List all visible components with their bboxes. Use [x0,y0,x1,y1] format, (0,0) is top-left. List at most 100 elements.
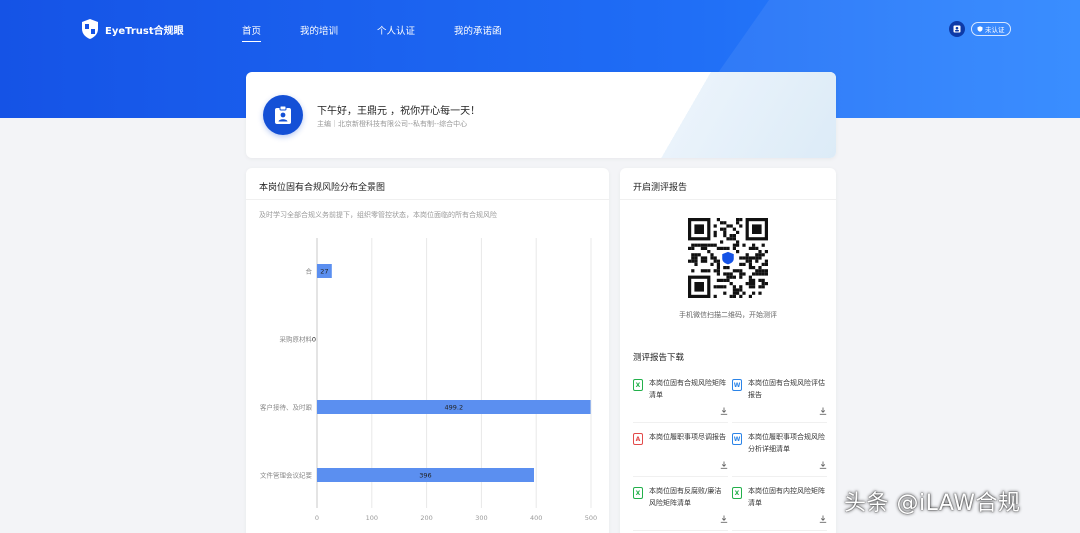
qr-module [755,272,759,276]
qr-module [723,246,727,250]
x-tick-label: 100 [366,514,378,522]
qr-module [691,269,695,273]
report-file-item[interactable]: X 本岗位固有反腐败/廉洁风险矩阵清单 [633,485,728,531]
qr-module [704,269,708,273]
qr-module [691,259,695,263]
qr-module [748,262,752,266]
qr-module [720,246,724,250]
qr-module [720,227,724,231]
data-label: 396 [419,472,431,480]
y-category-label: 客户接待、及时跟 [260,403,313,412]
download-icon[interactable] [720,407,728,415]
report-file-item[interactable]: X 本岗位固有合规风险矩阵清单 [633,377,728,423]
report-file-name: 本岗位履职事项合规风险分析详细清单 [748,433,825,453]
qr-module [764,259,768,263]
report-file-item[interactable]: W 本岗位固有合规风险评估报告 [732,377,827,423]
qr-module [716,266,720,270]
download-icon[interactable] [819,515,827,523]
qr-module [726,266,730,270]
qr-module [716,218,720,222]
download-icon[interactable] [819,407,827,415]
qr-module [710,243,714,247]
qr-module [752,285,756,289]
certification-status-badge[interactable]: 未认证 [971,22,1011,36]
qr-module [736,240,740,244]
qr-module [710,256,714,260]
qr-module [726,275,730,279]
qr-module [726,237,730,241]
nav-home[interactable]: 首页 [242,23,262,42]
qr-module [720,285,724,289]
qr-module [758,253,762,257]
qr-module [748,275,752,279]
report-file-name: 本岗位固有合规风险矩阵清单 [649,379,726,399]
qr-module [716,246,720,250]
qr-module [758,269,762,273]
qr-module [745,256,749,260]
report-file-item[interactable]: W 本岗位履职事项合规风险分析详细清单 [732,431,827,477]
download-icon[interactable] [720,515,728,523]
qr-module [720,221,724,225]
qr-finder [752,224,762,234]
qr-module [736,250,740,254]
qr-module [700,259,704,263]
qr-module [748,259,752,263]
x-tick-label: 300 [475,514,487,522]
qr-module [732,269,736,273]
qr-module [723,285,727,289]
nav-my-commitment[interactable]: 我的承诺函 [454,23,502,42]
qr-module [688,259,692,263]
download-section-title: 测评报告下载 [633,353,685,363]
qr-module [723,234,727,238]
report-file-name: 本岗位固有合规风险评估报告 [748,379,825,399]
nav-my-training[interactable]: 我的培训 [300,23,338,42]
qr-module [752,256,756,260]
qr-module [764,272,768,276]
qr-module [752,266,756,270]
risk-bar-chart: 0 100 200 300 400 500合 27采购原材料 0客户接待、及时跟 499.2文件… [260,238,597,522]
qr-module [748,282,752,286]
qr-module [729,282,733,286]
qr-module [691,243,695,247]
qr-module [745,259,749,263]
top-navigation-bar: EyeTrust合规眼 首页 我的培训 个人认证 我的承诺函 未认证 [0,0,1080,58]
logo[interactable]: EyeTrust合规眼 [80,18,184,40]
qr-code[interactable] [688,218,768,298]
qr-module [736,288,740,292]
qr-module [748,266,752,270]
report-file-item[interactable]: A 本岗位履职事项尽调报告 [633,431,728,477]
qr-module [736,218,740,222]
qr-module [739,256,743,260]
download-icon[interactable] [819,461,827,469]
word-file-icon: W [732,379,742,391]
qr-module [732,237,736,241]
report-card: 开启测评报告 手机微信扫描二维码，开始测评 测评报告下载 X 本岗位固有合规风险矩… [620,168,836,533]
qr-module [694,256,698,260]
qr-module [732,288,736,292]
qr-module [758,266,762,270]
qr-module [758,256,762,260]
qr-module [758,291,762,295]
qr-module [736,269,740,273]
user-avatar[interactable] [949,21,965,37]
nav-personal-certification[interactable]: 个人认证 [377,23,415,42]
qr-module [732,234,736,238]
divider [620,199,836,200]
qr-module [732,291,736,295]
greeting-title: 下午好，王鼎元 ，祝你开心每一天！ [317,106,481,117]
qr-module [710,262,714,266]
download-icon[interactable] [720,461,728,469]
qr-module [691,246,695,250]
qr-module [752,278,756,282]
risk-distribution-card: 本岗位固有合规风险分布全景图 及时学习全部合规义务前提下，组织零管控状态，本岗位… [246,168,609,533]
certification-status-text: 未认证 [985,26,1005,34]
qr-module [723,230,727,234]
qr-module [729,294,733,298]
qr-module [732,275,736,279]
qr-module [752,291,756,295]
qr-module [726,246,730,250]
qr-module [716,272,720,276]
qr-module [716,285,720,289]
report-file-item[interactable]: X 本岗位固有内控风险矩阵清单 [732,485,827,531]
qr-module [732,285,736,289]
